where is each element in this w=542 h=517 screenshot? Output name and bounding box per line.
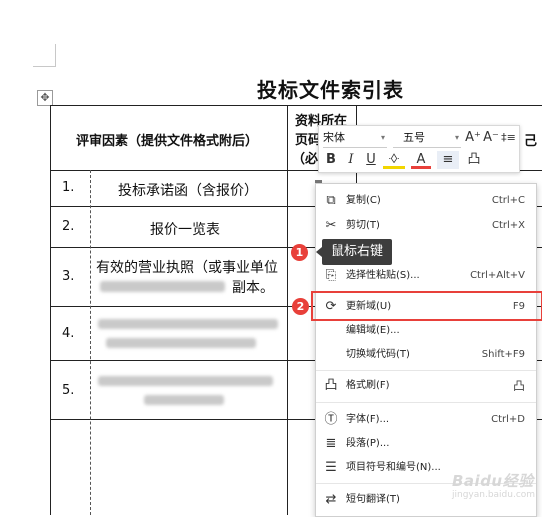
menu-item-copy[interactable]: ⧉ 复制(C) Ctrl+C (316, 189, 536, 213)
copy-icon: ⧉ (326, 193, 336, 208)
header-eval-factor: 评审因素（提供文件格式附后） (76, 134, 259, 149)
row-number: 5. (62, 383, 75, 398)
line-spacing-button[interactable]: ‡≡ (500, 129, 517, 147)
menu-item-cut[interactable]: ✂ 剪切(T) Ctrl+X (316, 214, 536, 238)
align-button[interactable]: ≡ (437, 151, 459, 169)
row-number: 1. (62, 180, 75, 195)
row-text: 报价一览表 (150, 222, 220, 238)
format-painter-icon: 凸 (324, 378, 338, 393)
redacted-text (144, 395, 224, 405)
update-field-highlight-box (311, 291, 542, 321)
underline-button[interactable]: U (363, 151, 379, 169)
row-number: 2. (62, 219, 75, 234)
redacted-text (106, 338, 256, 348)
paste-special-icon: ⎘ (325, 268, 337, 283)
context-menu: ⧉ 复制(C) Ctrl+C ✂ 剪切(T) Ctrl+X 📋 粘贴 ⎘ 选择性… (315, 183, 537, 517)
menu-item-toggle-field-code[interactable]: 切换域代码(T) Shift+F9 (316, 343, 536, 367)
page-margin-corner (55, 44, 56, 67)
font-color-button[interactable]: A (411, 151, 431, 169)
bullets-icon: ☰ (325, 460, 337, 475)
chevron-down-icon: ▾ (380, 133, 385, 142)
step-badge-2: 2 (292, 298, 309, 315)
step-badge-1: 1 (291, 244, 308, 261)
header-col3-tail: 己 (524, 134, 538, 149)
menu-item-format-painter[interactable]: 凸 格式刷(F) 凸 (316, 374, 536, 398)
redacted-text (100, 281, 225, 292)
format-painter-lock-icon: 凸 (512, 379, 525, 393)
table-move-handle-icon[interactable]: ✥ (37, 90, 53, 106)
format-painter-button[interactable]: 凸 (465, 151, 483, 169)
menu-item-edit-field[interactable]: 编辑域(E)... (316, 319, 536, 343)
chevron-down-icon: ▾ (454, 133, 459, 142)
baidu-watermark: Baidu经验 (452, 472, 534, 490)
row-number: 4. (62, 326, 75, 341)
page-margin-corner (33, 66, 55, 67)
shrink-font-button[interactable]: A⁻ (483, 129, 499, 147)
highlighter-icon: ꕻ (388, 152, 400, 167)
highlight-color-button[interactable]: ꕻ (383, 151, 405, 169)
menu-item-font[interactable]: Ⓣ 字体(F)... Ctrl+D (316, 408, 536, 432)
grow-font-button[interactable]: A⁺ (465, 129, 481, 147)
scissors-icon: ✂ (325, 218, 337, 233)
italic-button[interactable]: I (343, 151, 359, 169)
font-name-select[interactable]: 宋体 ▾ (323, 129, 387, 148)
row-text-2: 副本。 (232, 280, 274, 296)
mini-format-toolbar: 宋体 ▾ 五号 ▾ A⁺ A⁻ ‡≡ B I U ꕻ A ≡ 凸 (318, 125, 520, 173)
menu-item-paste-special[interactable]: ⎘ 选择性粘贴(S)... Ctrl+Alt+V (316, 264, 536, 288)
row-text: 有效的营业执照（或事业单位 (96, 260, 278, 276)
baidu-watermark-url: jingyan.baidu.com (452, 490, 536, 500)
redacted-text (98, 376, 273, 386)
menu-item-paragraph[interactable]: ≣ 段落(P)... (316, 432, 536, 456)
redacted-text (98, 319, 278, 329)
right-click-tooltip: 鼠标右键 (316, 239, 392, 265)
bold-button[interactable]: B (323, 151, 339, 169)
row-text: 投标承诺函（含报价） (118, 183, 258, 199)
document-title: 投标文件索引表 (257, 78, 404, 102)
translate-icon: ⇄ (325, 492, 337, 507)
font-size-select[interactable]: 五号 ▾ (393, 129, 461, 148)
row-number: 3. (62, 269, 75, 284)
paragraph-icon: ≣ (325, 436, 337, 451)
font-icon: Ⓣ (324, 412, 338, 427)
